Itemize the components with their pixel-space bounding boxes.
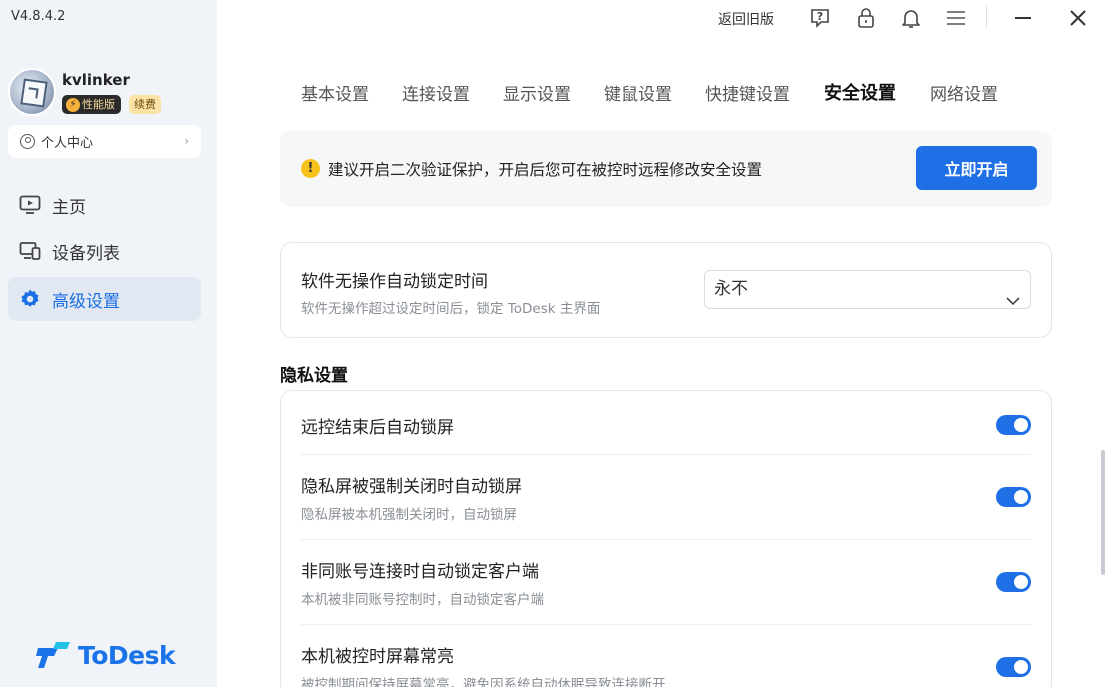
autolock-card: 软件无操作自动锁定时间 软件无操作超过设定时间后，锁定 ToDesk 主界面 永… (280, 242, 1052, 338)
bell-icon[interactable] (899, 6, 923, 30)
autolock-title: 软件无操作自动锁定时间 (301, 272, 488, 292)
help-icon[interactable]: ? (808, 6, 832, 30)
renew-badge[interactable]: 续费 (129, 95, 161, 114)
avatar[interactable] (8, 68, 56, 116)
two-factor-notice: ! 建议开启二次验证保护，开启后您可在被控时远程修改安全设置 立即开启 (280, 131, 1052, 207)
sidebar: V4.8.4.2 kvlinker ⚡ 性能版 续费 个人中心 › 主页 设备列… (0, 0, 217, 687)
privacy-row-subtitle: 被控制期间保持屏幕常亮，避免因系统自动休眠导致连接断开 (301, 677, 666, 687)
username: kvlinker (62, 71, 130, 89)
row-divider (301, 454, 1031, 455)
autolock-time-select[interactable]: 永不 (704, 270, 1031, 309)
chevron-right-icon: › (184, 134, 189, 148)
svg-text:?: ? (817, 10, 823, 23)
row-divider (301, 539, 1031, 540)
plan-badge: ⚡ 性能版 (62, 95, 121, 114)
version-label: V4.8.4.2 (11, 9, 66, 24)
todesk-logo-icon (36, 642, 70, 668)
sidebar-item-home[interactable]: 主页 (8, 183, 201, 227)
sidebar-item-label: 高级设置 (52, 291, 120, 312)
sidebar-item-label: 主页 (52, 197, 86, 218)
titlebar-divider (986, 6, 987, 28)
tab-connection[interactable]: 连接设置 (402, 80, 470, 105)
tab-display[interactable]: 显示设置 (503, 80, 571, 105)
monitor-icon (18, 193, 42, 217)
user-center-button[interactable]: 个人中心 › (8, 125, 201, 158)
privacy-row-title: 隐私屏被强制关闭时自动锁屏 (301, 477, 522, 497)
enable-now-button[interactable]: 立即开启 (916, 146, 1037, 190)
warning-icon: ! (301, 159, 320, 178)
gear-icon (18, 287, 42, 311)
tab-basic[interactable]: 基本设置 (301, 80, 369, 105)
tab-shortcuts[interactable]: 快捷键设置 (705, 80, 790, 105)
minimize-icon[interactable] (1011, 6, 1035, 30)
scrollbar[interactable] (1101, 450, 1105, 575)
todesk-logo: ToDesk (36, 640, 176, 670)
privacy-row-title: 非同账号连接时自动锁定客户端 (301, 562, 539, 582)
lock-icon[interactable] (854, 6, 878, 30)
autolock-time-value: 永不 (714, 279, 748, 299)
menu-icon[interactable] (944, 6, 968, 30)
privacy-row-title: 本机被控时屏幕常亮 (301, 647, 454, 667)
privacy-row-title: 远控结束后自动锁屏 (301, 418, 454, 438)
close-icon[interactable] (1066, 6, 1090, 30)
row-divider (301, 624, 1031, 625)
brand-name: ToDesk (78, 640, 176, 670)
tab-keyboard-mouse[interactable]: 键鼠设置 (604, 80, 672, 105)
sidebar-item-advanced-settings[interactable]: 高级设置 (8, 277, 201, 321)
privacy-row-subtitle: 本机被非同账号控制时，自动锁定客户端 (301, 592, 544, 608)
privacy-card: 远控结束后自动锁屏 隐私屏被强制关闭时自动锁屏 隐私屏被本机强制关闭时，自动锁屏… (280, 390, 1052, 687)
tab-network[interactable]: 网络设置 (930, 80, 998, 105)
back-to-old-version-link[interactable]: 返回旧版 (718, 9, 774, 29)
devices-icon (18, 239, 42, 263)
autolock-subtitle: 软件无操作超过设定时间后，锁定 ToDesk 主界面 (301, 301, 601, 317)
sidebar-item-devices[interactable]: 设备列表 (8, 229, 201, 273)
privacy-section-title: 隐私设置 (280, 366, 348, 386)
tab-security[interactable]: 安全设置 (824, 79, 896, 105)
bolt-icon: ⚡ (66, 97, 80, 112)
chevron-down-icon (1006, 283, 1020, 320)
privacy-row-subtitle: 隐私屏被本机强制关闭时，自动锁屏 (301, 507, 517, 523)
lock-after-remote-toggle[interactable] (996, 415, 1031, 435)
keep-screen-on-toggle[interactable] (996, 657, 1031, 677)
user-icon (20, 134, 35, 149)
user-center-label: 个人中心 (41, 136, 94, 151)
notice-text: 建议开启二次验证保护，开启后您可在被控时远程修改安全设置 (328, 161, 763, 179)
lock-on-privacy-close-toggle[interactable] (996, 487, 1031, 507)
plan-badge-label: 性能版 (82, 98, 115, 111)
sidebar-item-label: 设备列表 (52, 243, 120, 264)
lock-on-other-account-toggle[interactable] (996, 572, 1031, 592)
